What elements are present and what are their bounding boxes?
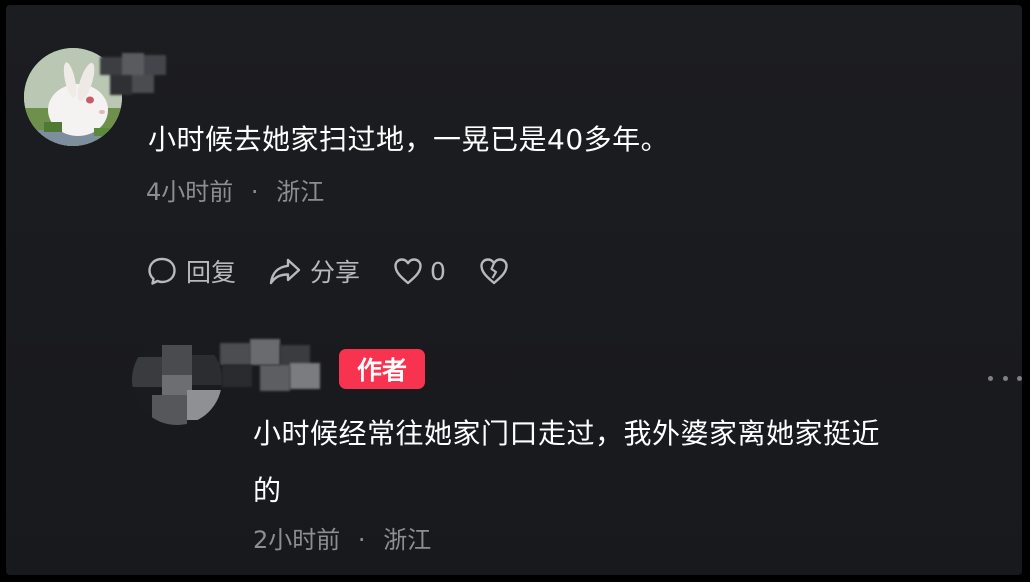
reply-text-line-1: 小时候经常往她家门口走过，我外婆家离她家挺近 bbox=[253, 417, 881, 450]
author-badge: 作者 bbox=[339, 349, 425, 389]
comment-actions: 回复 分享 0 bbox=[146, 251, 542, 291]
comment-time: 4小时前 bbox=[146, 178, 234, 206]
reply-time: 2小时前 bbox=[253, 526, 341, 554]
comment-panel: 小时候去她家扫过地，一晃已是40多年。 4小时前 · 浙江 回复 分享 0 作者… bbox=[6, 5, 1022, 575]
comment-bubble-icon bbox=[146, 255, 178, 287]
meta-separator: · bbox=[250, 178, 259, 206]
comment-location: 浙江 bbox=[276, 178, 325, 206]
like-count: 0 bbox=[430, 256, 446, 286]
heart-icon bbox=[392, 256, 424, 286]
share-label: 分享 bbox=[310, 258, 361, 287]
reply-meta: 2小时前 · 浙江 bbox=[253, 528, 431, 552]
comment-meta: 4小时前 · 浙江 bbox=[146, 180, 324, 204]
share-button[interactable]: 分享 bbox=[268, 253, 360, 289]
share-arrow-icon bbox=[268, 255, 302, 287]
comment-text: 小时候去她家扫过地，一晃已是40多年。 bbox=[148, 123, 670, 156]
like-button[interactable]: 0 bbox=[392, 256, 446, 286]
reply-username-redacted[interactable] bbox=[162, 337, 330, 395]
more-dots-icon[interactable] bbox=[988, 373, 1022, 383]
reply-label: 回复 bbox=[186, 258, 237, 287]
reply-location: 浙江 bbox=[383, 526, 432, 554]
broken-heart-icon bbox=[478, 256, 510, 286]
reply-button[interactable]: 回复 bbox=[146, 253, 236, 289]
reply-text-line-2: 的 bbox=[253, 474, 282, 507]
dislike-button[interactable] bbox=[478, 256, 510, 286]
username-redacted[interactable] bbox=[100, 51, 180, 97]
meta-separator: · bbox=[357, 526, 366, 554]
